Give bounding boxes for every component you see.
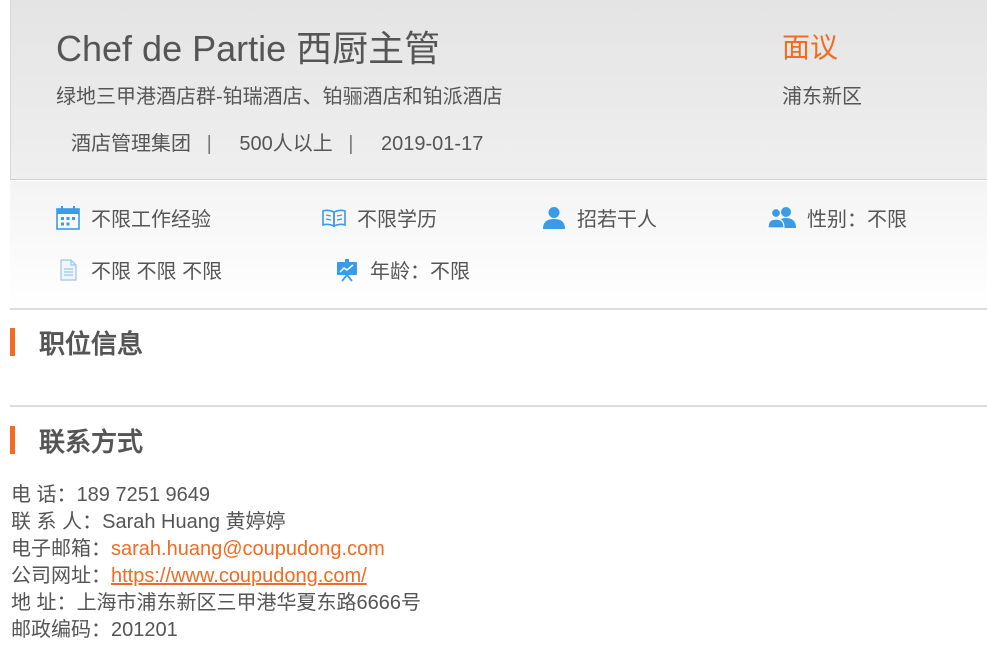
contact-person-row: 联 系 人：Sarah Huang 黄婷婷 <box>11 509 421 536</box>
language-label: 不限 不限 不限 <box>91 261 223 283</box>
website-label: 公司网址： <box>11 565 111 587</box>
language-requirement: 不限 不限 不限 <box>55 255 222 284</box>
contact-phone-row: 电 话：189 7251 9649 <box>11 482 421 509</box>
company-name[interactable]: 绿地三甲港酒店群-铂瑞酒店、铂骊酒店和铂派酒店 <box>56 80 503 109</box>
contact-address-row: 地 址：上海市浦东新区三甲港华夏东路6666号 <box>11 590 421 617</box>
contact-person-label: 联 系 人： <box>11 511 103 533</box>
contact-person-value: Sarah Huang 黄婷婷 <box>102 511 286 533</box>
divider <box>10 405 987 407</box>
meta-separator: | <box>206 133 212 155</box>
phone-label: 电 话： <box>11 484 77 506</box>
address-value: 上海市浦东新区三甲港华夏东路6666号 <box>76 592 422 614</box>
person-icon <box>541 205 567 231</box>
section-contact: 联系方式 <box>10 426 143 457</box>
email-label: 电子邮箱： <box>11 538 111 560</box>
document-icon <box>55 257 81 283</box>
job-title: Chef de Partie 西厨主管 <box>56 28 441 69</box>
book-icon <box>321 205 347 231</box>
section-accent-bar <box>10 426 15 454</box>
section-job-info: 职位信息 <box>10 328 143 359</box>
email-value[interactable]: sarah.huang@coupudong.com <box>111 538 385 560</box>
age-requirement: 年龄：不限 <box>334 255 470 284</box>
job-header: Chef de Partie 西厨主管 面议 绿地三甲港酒店群-铂瑞酒店、铂骊酒… <box>10 0 987 180</box>
industry: 酒店管理集团 <box>71 133 191 155</box>
contact-website-row: 公司网址：https://www.coupudong.com/ <box>11 563 421 590</box>
website-link[interactable]: https://www.coupudong.com/ <box>111 565 367 587</box>
address-label: 地 址： <box>11 592 77 614</box>
people-icon <box>767 205 797 231</box>
experience-label: 不限工作经验 <box>91 209 211 231</box>
meta-separator: | <box>348 133 354 155</box>
calendar-icon <box>55 205 81 231</box>
experience-requirement: 不限工作经验 <box>55 203 211 232</box>
section-accent-bar <box>10 328 15 356</box>
divider <box>10 308 987 310</box>
age-label: 年龄：不限 <box>370 261 470 283</box>
gender-requirement: 性别：不限 <box>767 203 907 232</box>
job-requirements: 不限工作经验 不限学历 招若干人 性别：不限 不限 不限 不限 年龄：不限 <box>10 181 987 309</box>
postcode-value: 201201 <box>111 619 178 641</box>
education-label: 不限学历 <box>357 209 437 231</box>
company-size: 500人以上 <box>239 133 333 155</box>
education-requirement: 不限学历 <box>321 203 437 232</box>
headcount-requirement: 招若干人 <box>541 203 657 232</box>
salary: 面议 <box>782 32 839 63</box>
section-title: 职位信息 <box>39 328 144 359</box>
gender-label: 性别：不限 <box>807 209 907 231</box>
contact-postcode-row: 邮政编码：201201 <box>11 617 421 644</box>
postcode-label: 邮政编码： <box>11 619 111 641</box>
contact-email-row: 电子邮箱：sarah.huang@coupudong.com <box>11 536 421 563</box>
section-title: 联系方式 <box>39 426 144 457</box>
post-date: 2019-01-17 <box>381 133 484 155</box>
job-meta: 酒店管理集团 | 500人以上 | 2019-01-17 <box>71 127 483 156</box>
headcount-label: 招若干人 <box>577 209 657 231</box>
district: 浦东新区 <box>782 86 862 108</box>
phone-value: 189 7251 9649 <box>76 484 211 506</box>
presentation-icon <box>334 257 360 283</box>
contact-info: 电 话：189 7251 9649 联 系 人：Sarah Huang 黄婷婷 … <box>11 482 421 644</box>
